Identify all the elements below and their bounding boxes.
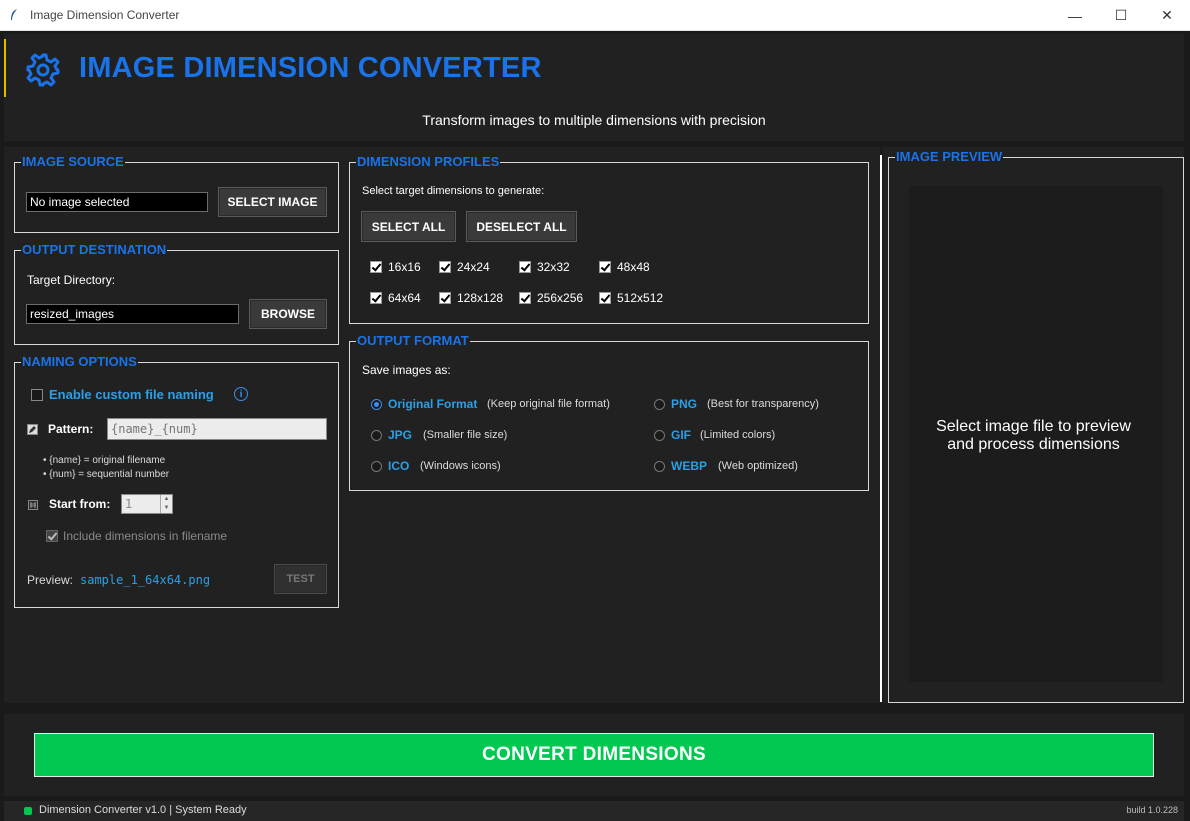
dimension-label[interactable]: 512x512	[617, 291, 663, 305]
target-directory-label: Target Directory:	[27, 273, 116, 287]
format-description: (Keep original file format)	[487, 398, 610, 410]
format-radio[interactable]	[371, 399, 382, 410]
dimension-label[interactable]: 128x128	[457, 291, 503, 305]
dimension-label[interactable]: 24x24	[457, 260, 490, 274]
panel-separator	[880, 155, 882, 702]
minimize-icon: —	[1068, 7, 1082, 24]
dimension-checkbox[interactable]	[519, 292, 531, 304]
start-from-label: Start from:	[49, 497, 111, 511]
preview-placeholder-line1: Select image file to preview	[936, 418, 1131, 435]
format-radio[interactable]	[654, 461, 665, 472]
save-as-label: Save images as:	[362, 363, 451, 377]
output-destination-group: OUTPUT DESTINATION Target Directory: res…	[14, 243, 339, 345]
preview-filename: sample_1_64x64.png	[80, 573, 211, 587]
preview-placeholder-line2: and process dimensions	[947, 436, 1120, 453]
select-all-button[interactable]: SELECT ALL	[361, 211, 456, 242]
hint-num: • {num} = sequential number	[43, 469, 170, 480]
output-destination-legend: OUTPUT DESTINATION	[21, 242, 168, 257]
dimension-label[interactable]: 16x16	[388, 260, 421, 274]
edit-icon	[27, 424, 38, 435]
dimension-label[interactable]: 64x64	[388, 291, 421, 305]
format-description: (Smaller file size)	[423, 429, 508, 441]
format-description: (Web optimized)	[718, 460, 798, 472]
status-indicator-icon	[24, 807, 32, 815]
dimension-checkbox[interactable]	[439, 261, 451, 273]
maximize-button[interactable]: ☐	[1098, 0, 1144, 31]
format-radio[interactable]	[654, 399, 665, 410]
format-description: (Windows icons)	[420, 460, 501, 472]
close-button[interactable]: ✕	[1144, 0, 1190, 31]
enable-custom-naming-label[interactable]: Enable custom file naming	[49, 387, 214, 402]
format-radio[interactable]	[654, 430, 665, 441]
enable-custom-naming-checkbox[interactable]	[31, 389, 43, 401]
dimension-label[interactable]: 48x48	[617, 260, 650, 274]
start-from-value: 1	[125, 497, 133, 511]
dimension-profiles-legend: DIMENSION PROFILES	[356, 154, 501, 169]
output-directory-input[interactable]: resized_images	[26, 304, 239, 324]
format-name[interactable]: PNG	[671, 397, 697, 411]
output-format-group: OUTPUT FORMAT Save images as: Original F…	[349, 334, 869, 491]
image-path-input[interactable]: No image selected	[26, 192, 208, 212]
spin-up-icon[interactable]: ▲	[160, 495, 172, 504]
preview-label: Preview:	[27, 573, 74, 587]
minimize-button[interactable]: —	[1052, 0, 1098, 31]
info-icon[interactable]: i	[234, 387, 248, 401]
convert-dimensions-button[interactable]: CONVERT DIMENSIONS	[34, 733, 1154, 777]
hint-name: • {name} = original filename	[43, 455, 166, 466]
dimension-instruction: Select target dimensions to generate:	[362, 185, 545, 197]
maximize-icon: ☐	[1114, 7, 1128, 23]
select-image-button[interactable]: SELECT IMAGE	[218, 187, 327, 217]
feather-icon	[6, 7, 22, 23]
format-description: (Limited colors)	[700, 429, 776, 441]
format-radio[interactable]	[371, 430, 382, 441]
image-source-group: IMAGE SOURCE No image selected SELECT IM…	[14, 155, 339, 233]
app-title: IMAGE DIMENSION CONVERTER	[79, 52, 542, 84]
spin-down-icon[interactable]: ▼	[160, 504, 172, 513]
app-subtitle: Transform images to multiple dimensions …	[422, 112, 766, 128]
dimension-profiles-group: DIMENSION PROFILES Select target dimensi…	[349, 155, 869, 324]
format-radio[interactable]	[371, 461, 382, 472]
output-format-legend: OUTPUT FORMAT	[356, 333, 470, 348]
main-content: IMAGE SOURCE No image selected SELECT IM…	[4, 147, 880, 703]
browse-button[interactable]: BROWSE	[249, 299, 327, 329]
app-root: IMAGE DIMENSION CONVERTER Transform imag…	[0, 31, 1190, 821]
start-from-spinbox[interactable]: 1 ▲ ▼	[121, 494, 173, 514]
image-source-legend: IMAGE SOURCE	[21, 154, 125, 169]
close-icon: ✕	[1161, 7, 1173, 23]
format-description: (Best for transparency)	[707, 398, 819, 410]
convert-bar: CONVERT DIMENSIONS	[4, 714, 1184, 796]
preview-area: IMAGE PREVIEW Select image file to previ…	[883, 147, 1184, 703]
header-accent	[4, 39, 6, 97]
test-button[interactable]: TEST	[274, 564, 327, 594]
format-name[interactable]: JPG	[388, 428, 412, 442]
dimension-label[interactable]: 256x256	[537, 291, 583, 305]
image-preview-legend: IMAGE PREVIEW	[895, 149, 1004, 164]
build-label: build 1.0.228	[1126, 805, 1178, 815]
dimension-checkbox[interactable]	[599, 292, 611, 304]
pattern-input[interactable]	[107, 418, 327, 440]
dimension-checkbox[interactable]	[519, 261, 531, 273]
header: IMAGE DIMENSION CONVERTER Transform imag…	[4, 34, 1184, 141]
dimension-checkbox[interactable]	[370, 292, 382, 304]
naming-options-group: NAMING OPTIONS Enable custom file naming…	[14, 355, 339, 608]
window-title: Image Dimension Converter	[30, 8, 180, 22]
format-name[interactable]: ICO	[388, 459, 409, 473]
naming-options-legend: NAMING OPTIONS	[21, 354, 138, 369]
dimension-label[interactable]: 32x32	[537, 260, 570, 274]
include-dimensions-label: Include dimensions in filename	[63, 529, 228, 543]
dimension-checkbox[interactable]	[370, 261, 382, 273]
deselect-all-button[interactable]: DESELECT ALL	[466, 211, 577, 242]
dimension-checkbox[interactable]	[599, 261, 611, 273]
include-dimensions-checkbox[interactable]	[46, 530, 58, 542]
status-bar: Dimension Converter v1.0 | System Ready …	[4, 801, 1184, 821]
window-titlebar: Image Dimension Converter — ☐ ✕	[0, 0, 1190, 31]
status-text: Dimension Converter v1.0 | System Ready	[39, 804, 247, 816]
pattern-label: Pattern:	[48, 422, 94, 436]
format-name[interactable]: WEBP	[671, 459, 707, 473]
dimension-checkbox[interactable]	[439, 292, 451, 304]
gear-icon	[24, 51, 62, 89]
counter-icon	[28, 500, 38, 510]
format-name[interactable]: GIF	[671, 428, 691, 442]
format-name[interactable]: Original Format	[388, 397, 477, 411]
